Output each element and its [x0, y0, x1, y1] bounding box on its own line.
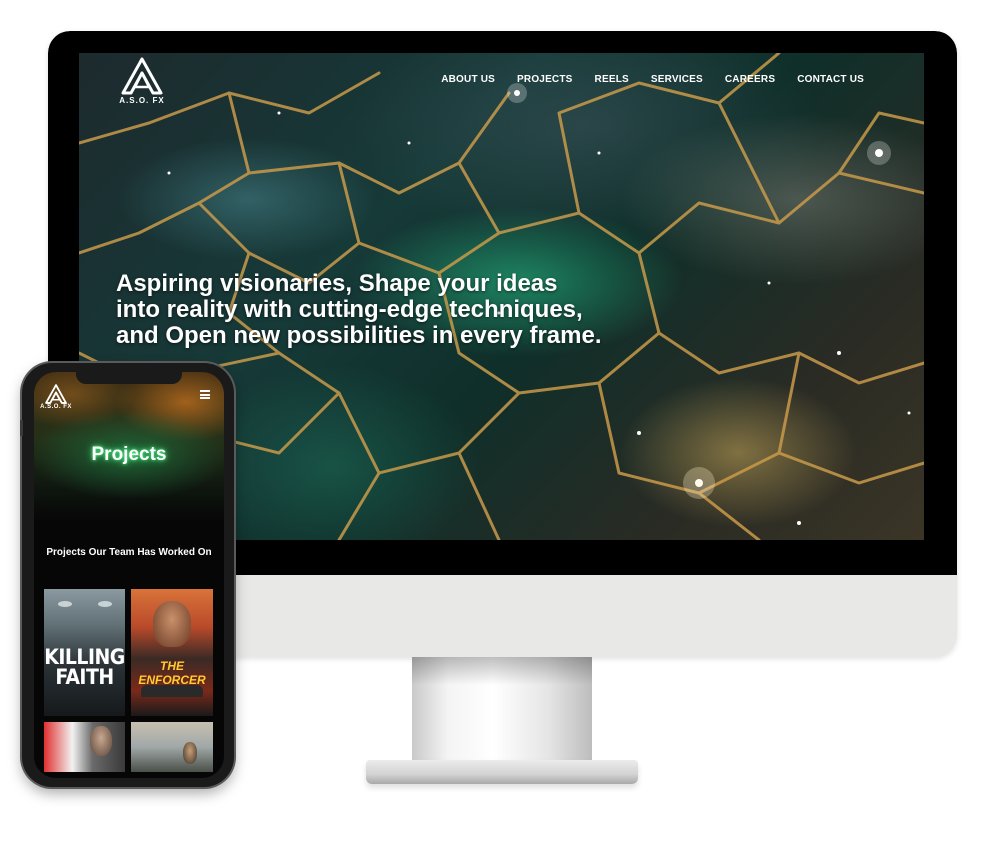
poster-title: THE ENFORCER: [138, 659, 206, 687]
hero-headline: Aspiring visionaries, Shape your ideas i…: [116, 271, 656, 349]
phone-notch: [76, 372, 182, 384]
nav-services[interactable]: SERVICES: [651, 74, 703, 85]
aso-fx-logo-icon: [45, 384, 67, 404]
poster-actor-image: [183, 742, 197, 764]
hero-line-2: into reality with cutting-edge technique…: [116, 296, 583, 323]
mobile-section-title: Projects Our Team Has Worked On: [46, 547, 212, 558]
mobile-page-title: Projects: [91, 444, 167, 465]
nav-careers[interactable]: CAREERS: [725, 74, 775, 85]
poster-project-4[interactable]: [131, 722, 213, 772]
poster-car-image: [141, 685, 203, 697]
aso-fx-logo-icon: [121, 57, 163, 95]
poster-actor-image: [90, 726, 112, 756]
mobile-logo[interactable]: A.S.O. FX: [40, 384, 72, 416]
desktop-nav: ABOUT US PROJECTS REELS SERVICES CAREERS…: [441, 74, 864, 85]
desktop-logo-text: A.S.O. FX: [119, 96, 165, 105]
nav-reels[interactable]: REELS: [595, 74, 629, 85]
phone-side-button: [20, 420, 23, 436]
poster-the-enforcer[interactable]: THE ENFORCER: [131, 589, 213, 716]
poster-eyes-graphic: [58, 601, 112, 609]
poster-actor-image: [153, 601, 191, 647]
nav-contact-us[interactable]: CONTACT US: [797, 74, 864, 85]
poster-killing-faith[interactable]: KILLING FAITH: [44, 589, 125, 716]
desktop-logo[interactable]: A.S.O. FX: [117, 57, 167, 109]
nav-projects[interactable]: PROJECTS: [517, 74, 573, 85]
nav-about-us[interactable]: ABOUT US: [441, 74, 495, 85]
poster-project-3[interactable]: [44, 722, 125, 772]
hero-line-1: Aspiring visionaries, Shape your ideas: [116, 270, 558, 297]
monitor-stand-base: [366, 760, 638, 784]
mobile-screen: A.S.O. FX Projects Projects Our Team Has…: [34, 372, 224, 778]
hamburger-menu-icon[interactable]: [200, 390, 210, 399]
mobile-logo-text: A.S.O. FX: [40, 404, 72, 410]
hero-line-3: and Open new possibilities in every fram…: [116, 322, 602, 349]
monitor-stand-shadow: [412, 657, 592, 685]
poster-title: KILLING FAITH: [44, 645, 125, 689]
